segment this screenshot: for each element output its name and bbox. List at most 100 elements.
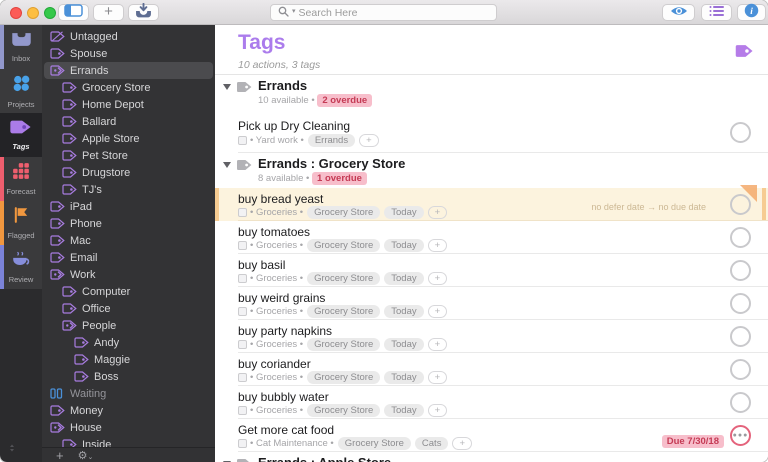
sidebar-tag-tj-s[interactable]: TJ's <box>42 181 215 198</box>
task-row[interactable]: buy coriander • Groceries • Grocery Stor… <box>215 353 768 386</box>
tag-icon <box>50 405 66 416</box>
task-status-circle[interactable] <box>730 392 751 413</box>
tag-pill[interactable]: Grocery Store <box>307 371 381 384</box>
add-tag-pill-button[interactable]: + <box>427 305 448 318</box>
tag-pill[interactable]: Grocery Store <box>307 239 381 252</box>
tag-pill[interactable]: Today <box>384 404 424 417</box>
add-tag-pill-button[interactable]: + <box>452 437 473 450</box>
tag-pill[interactable]: Grocery Store <box>307 272 381 285</box>
task-row[interactable]: Pick up Dry Cleaning • Yard work • Erran… <box>215 112 768 153</box>
add-tag-pill-button[interactable]: + <box>427 272 448 285</box>
tag-label: Waiting <box>70 387 107 400</box>
sidebar-toggle-button[interactable] <box>58 3 89 21</box>
add-tag-pill-button[interactable]: + <box>427 239 448 252</box>
sidebar-tag-home-depot[interactable]: Home Depot <box>42 96 215 113</box>
tag-pill[interactable]: Errands <box>307 134 356 147</box>
add-item-button[interactable]: + <box>93 4 124 21</box>
settings-gear-button[interactable]: ⚙⌄ <box>78 449 94 462</box>
add-tag-pill-button[interactable]: + <box>359 134 379 147</box>
task-row[interactable]: Get more cat food • Cat Maintenance • Gr… <box>215 419 768 452</box>
tag-pill[interactable]: Today <box>384 305 424 318</box>
tag-pill[interactable]: Cats <box>414 437 449 450</box>
sidebar-tag-money[interactable]: Money <box>42 402 215 419</box>
quick-open-button[interactable] <box>662 4 695 21</box>
task-row[interactable]: buy party napkins • Groceries • Grocery … <box>215 320 768 353</box>
task-row[interactable]: buy bubbly water • Groceries • Grocery S… <box>215 386 768 419</box>
add-tag-pill-button[interactable]: + <box>427 404 448 417</box>
sidebar-tag-andy[interactable]: Andy <box>42 334 215 351</box>
close-window-button[interactable] <box>10 7 22 19</box>
plus-icon: + <box>104 3 113 20</box>
rail-item-inbox[interactable]: Inbox <box>0 25 42 69</box>
sidebar-tag-house[interactable]: House <box>42 419 215 436</box>
sidebar-tag-email[interactable]: Email <box>42 249 215 266</box>
tag-pill[interactable]: Grocery Store <box>307 404 381 417</box>
disclosure-triangle-icon[interactable] <box>223 162 231 168</box>
tag-pill[interactable]: Grocery Store <box>307 305 381 318</box>
tag-pill[interactable]: Today <box>384 206 424 219</box>
task-status-circle[interactable] <box>730 260 751 281</box>
import-to-inbox-button[interactable] <box>128 2 159 21</box>
task-status-circle[interactable] <box>730 122 751 143</box>
zoom-window-button[interactable] <box>44 7 56 19</box>
sidebar-tag-mac[interactable]: Mac <box>42 232 215 249</box>
inspector-button[interactable]: i <box>737 3 766 21</box>
tag-pill[interactable]: Grocery Store <box>337 437 411 450</box>
sidebar-tag-work[interactable]: Work <box>42 266 215 283</box>
sidebar-tag-phone[interactable]: Phone <box>42 215 215 232</box>
sidebar-tag-people[interactable]: People <box>42 317 215 334</box>
add-tag-pill-button[interactable]: + <box>427 371 448 384</box>
sidebar-tag-errands[interactable]: Errands <box>42 62 215 79</box>
task-row[interactable]: buy weird grains • Groceries • Grocery S… <box>215 287 768 320</box>
sidebar-tag-apple-store[interactable]: Apple Store <box>42 130 215 147</box>
add-tag-pill-button[interactable]: + <box>427 338 448 351</box>
tag-label: Computer <box>82 285 131 298</box>
sidebar-tag-maggie[interactable]: Maggie <box>42 351 215 368</box>
tag-label: Mac <box>70 234 91 247</box>
task-status-circle[interactable] <box>730 359 751 380</box>
task-status-circle[interactable] <box>730 194 751 215</box>
task-status-circle[interactable] <box>730 227 751 248</box>
view-options-button[interactable] <box>701 4 732 21</box>
rail-item-review[interactable]: Review <box>0 245 42 289</box>
task-status-circle[interactable] <box>730 326 751 347</box>
note-icon <box>238 439 247 448</box>
inbox-icon <box>11 32 32 52</box>
sidebar-tag-boss[interactable]: Boss <box>42 368 215 385</box>
minimize-window-button[interactable] <box>27 7 39 19</box>
rail-item-forecast[interactable]: Forecast <box>0 157 42 201</box>
search-input[interactable]: ▾ Search Here <box>270 4 497 21</box>
tag-pill[interactable]: Grocery Store <box>307 338 381 351</box>
section-tag-icon <box>236 80 253 98</box>
sidebar-tag-ballard[interactable]: Ballard <box>42 113 215 130</box>
sidebar-tag-pet-store[interactable]: Pet Store <box>42 147 215 164</box>
sidebar-tag-drugstore[interactable]: Drugstore <box>42 164 215 181</box>
task-status-circle[interactable] <box>730 293 751 314</box>
rail-item-projects[interactable]: Projects <box>0 69 42 113</box>
tag-pill[interactable]: Grocery Store <box>307 206 381 219</box>
tag-pill[interactable]: Today <box>384 338 424 351</box>
sidebar-tag-untagged[interactable]: Untagged <box>42 28 215 45</box>
task-row[interactable]: buy bread yeast • Groceries • Grocery St… <box>215 185 768 221</box>
add-tag-button[interactable]: + <box>56 448 64 462</box>
sidebar-tag-ipad[interactable]: iPad <box>42 198 215 215</box>
due-date-badge: Due 7/30/18 <box>661 435 724 448</box>
disclosure-triangle-icon[interactable] <box>223 84 231 90</box>
task-row[interactable]: buy basil • Groceries • Grocery Store Tod… <box>215 254 768 287</box>
sidebar-tag-computer[interactable]: Computer <box>42 283 215 300</box>
sidebar-tag-waiting[interactable]: Waiting <box>42 385 215 402</box>
tag-pill[interactable]: Today <box>384 371 424 384</box>
tag-pill[interactable]: Today <box>384 239 424 252</box>
tag-label: TJ's <box>82 183 102 196</box>
task-row[interactable]: buy tomatoes • Groceries • Grocery Store… <box>215 221 768 254</box>
add-tag-pill-button[interactable]: + <box>427 206 448 219</box>
sidebar-tag-spouse[interactable]: Spouse <box>42 45 215 62</box>
sidebar-tag-office[interactable]: Office <box>42 300 215 317</box>
task-status-circle[interactable]: ●●● <box>730 425 751 446</box>
rail-item-tags[interactable]: Tags <box>0 113 42 157</box>
note-icon <box>238 274 247 283</box>
sidebar-tag-grocery-store[interactable]: Grocery Store <box>42 79 215 96</box>
rail-item-flagged[interactable]: Flagged <box>0 201 42 245</box>
tag-pill[interactable]: Today <box>384 272 424 285</box>
reorder-perspectives-icon[interactable] <box>7 440 17 458</box>
